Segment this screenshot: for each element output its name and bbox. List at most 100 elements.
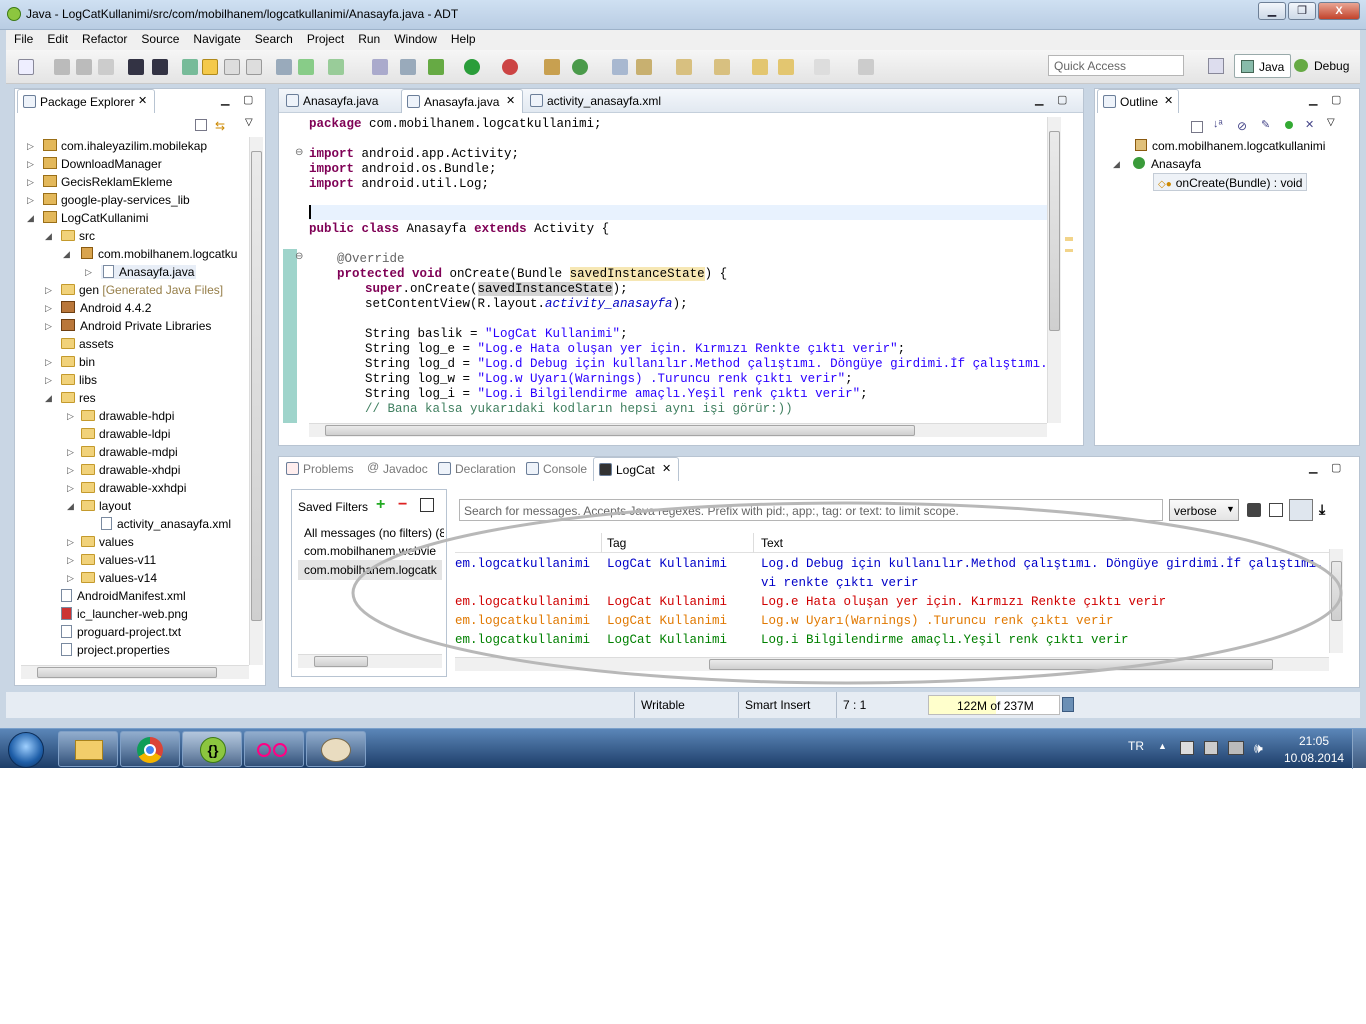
heap-status[interactable]: 122M of 237M [928, 695, 1060, 715]
print-icon[interactable] [98, 59, 114, 75]
tree-item[interactable]: ic_launcher-web.png [47, 605, 188, 623]
view-menu-icon[interactable]: ▽ [245, 117, 253, 128]
menu-source[interactable]: Source [133, 30, 185, 46]
menu-project[interactable]: Project [299, 30, 350, 46]
menu-edit[interactable]: Edit [39, 30, 74, 46]
minimize-view-icon[interactable]: ▁ [1035, 93, 1043, 106]
tree-item[interactable]: ▷ bin [45, 353, 95, 371]
hide-local-types-icon[interactable]: ✕ [1305, 118, 1314, 131]
close-tab-icon[interactable]: ✕ [138, 94, 147, 107]
restore-button[interactable]: ❐ [1288, 2, 1316, 20]
tree-item[interactable]: ◢ com.mobilhanem.logcatku [63, 245, 237, 263]
code-line-package[interactable]: package com.mobilhanem.logcatkullanimi; [309, 117, 602, 132]
code-line-string[interactable]: String baslik = "LogCat Kullanimi"; [365, 327, 628, 342]
minimize-view-icon[interactable]: ▁ [1309, 93, 1317, 106]
tree-item[interactable]: drawable-ldpi [67, 425, 170, 443]
adt-icon[interactable]: {} [182, 731, 242, 767]
tree-item[interactable]: assets [47, 335, 114, 353]
tree-item[interactable]: ▷ values-v11 [67, 551, 156, 569]
skip-breakpoints-icon[interactable] [400, 59, 416, 75]
code-line-class[interactable]: public class Anasayfa extends Activity { [309, 222, 609, 237]
usb-icon[interactable] [1204, 741, 1218, 755]
sort-icon[interactable]: ↓ᵃ [1213, 118, 1223, 130]
hide-static-icon[interactable]: ✎ [1261, 118, 1270, 131]
mark-occurrences-icon[interactable] [202, 59, 218, 75]
tree-item[interactable]: ▷ GecisReklamEkleme [27, 173, 172, 191]
minimize-view-icon[interactable]: ▁ [221, 93, 229, 106]
file-explorer-icon[interactable] [58, 731, 118, 767]
tree-item[interactable]: AndroidManifest.xml [47, 587, 186, 605]
paint-icon[interactable] [306, 731, 366, 767]
code-line-setcontentview[interactable]: setContentView(R.layout.activity_anasayf… [365, 297, 688, 312]
maximize-view-icon[interactable]: ▢ [1057, 93, 1067, 106]
tree-item[interactable]: ▷ Anasayfa.java [85, 263, 197, 281]
action-center-icon[interactable] [1180, 741, 1194, 755]
sdk-manager-icon[interactable] [182, 59, 198, 75]
tree-item[interactable]: ▷ values-v14 [67, 569, 157, 587]
code-line-method[interactable]: protected void onCreate(Bundle savedInst… [337, 267, 727, 282]
show-desktop-button[interactable] [1352, 729, 1366, 769]
outline-item-class[interactable]: ◢ Anasayfa [1113, 155, 1201, 173]
back-icon[interactable] [778, 59, 794, 75]
tree-item[interactable]: ▷ com.ihaleyazilim.mobilekap [27, 137, 207, 155]
tree-item[interactable]: ▷ values [67, 533, 134, 551]
tree-item[interactable]: ◢ LogCatKullanimi [27, 209, 148, 227]
tab-anasayfa-java[interactable]: Anasayfa.java [281, 89, 399, 113]
export-icon[interactable] [152, 59, 168, 75]
tree-item[interactable]: ◢ src [45, 227, 95, 245]
menu-help[interactable]: Help [443, 30, 482, 46]
tree-item[interactable]: activity_anasayfa.xml [87, 515, 231, 533]
menu-refactor[interactable]: Refactor [74, 30, 133, 46]
new-project-icon[interactable] [372, 59, 388, 75]
lint-icon[interactable] [276, 59, 292, 75]
editor-scrollbar-vertical[interactable] [1047, 117, 1061, 423]
menu-window[interactable]: Window [386, 30, 443, 46]
code-line-annotation[interactable]: @Override [337, 252, 405, 267]
clock-time[interactable]: 21:05 [1296, 734, 1332, 748]
code-line-string[interactable]: String log_d = "Log.d Debug için kullanı… [365, 357, 1047, 372]
tree-item[interactable]: ▷ drawable-hdpi [67, 407, 174, 425]
tree-item[interactable]: project.properties [47, 641, 170, 659]
previous-annotation-icon[interactable] [714, 59, 730, 75]
run-icon[interactable] [464, 59, 480, 75]
code-line-import[interactable]: import android.util.Log; [309, 177, 489, 192]
hide-fields-icon[interactable]: ⊘ [1237, 119, 1247, 133]
tab-declaration[interactable]: Declaration [433, 457, 519, 481]
save-icon[interactable] [54, 59, 70, 75]
tab-activity-anasayfa-xml[interactable]: activity_anasayfa.xml [525, 89, 675, 113]
new-icon[interactable] [18, 59, 34, 75]
code-line-super[interactable]: super.onCreate(savedInstanceState); [365, 282, 628, 297]
search-icon[interactable] [636, 59, 652, 75]
collapse-all-icon[interactable] [1191, 121, 1203, 133]
tab-console[interactable]: Console [521, 457, 591, 481]
next-annotation-icon[interactable] [676, 59, 692, 75]
code-line-string[interactable]: String log_e = "Log.e Hata oluşan yer iç… [365, 342, 905, 357]
fold-imports-icon[interactable]: ⊖ [295, 147, 303, 158]
outline-item-method[interactable]: ◇● onCreate(Bundle) : void [1153, 173, 1308, 191]
close-tab-icon[interactable]: ✕ [1164, 94, 1173, 107]
debug-perspective-button[interactable]: Debug [1290, 54, 1355, 78]
code-line-import[interactable]: import android.app.Activity; [309, 147, 519, 162]
menu-run[interactable]: Run [350, 30, 386, 46]
java-perspective-button[interactable]: Java [1234, 54, 1292, 78]
debug-icon[interactable] [428, 59, 444, 75]
tree-scrollbar-vertical[interactable] [249, 137, 263, 665]
close-button[interactable]: X [1318, 2, 1360, 20]
outline-item-package[interactable]: com.mobilhanem.logcatkullanimi [1135, 137, 1325, 155]
last-edit-icon[interactable] [752, 59, 768, 75]
tab-logcat[interactable]: LogCat ✕ [593, 457, 679, 481]
trash-icon[interactable] [1062, 697, 1074, 712]
tree-item[interactable]: ▷ libs [45, 371, 97, 389]
fold-method-icon[interactable]: ⊖ [295, 251, 303, 262]
new-class-icon[interactable] [572, 59, 588, 75]
clock-date[interactable]: 10.08.2014 [1284, 751, 1344, 765]
network-icon[interactable] [1228, 741, 1244, 755]
open-perspective-icon[interactable] [1208, 58, 1224, 74]
tree-item[interactable]: proguard-project.txt [47, 623, 181, 641]
volume-icon[interactable]: 🕪 [1254, 740, 1263, 757]
maximize-view-icon[interactable]: ▢ [243, 93, 253, 106]
tree-scrollbar-horizontal[interactable] [21, 665, 249, 679]
tab-package-explorer[interactable]: Package Explorer ✕ [17, 89, 155, 113]
tree-item[interactable]: ▷ gen [Generated Java Files] [45, 281, 223, 299]
maximize-view-icon[interactable]: ▢ [1331, 461, 1341, 474]
